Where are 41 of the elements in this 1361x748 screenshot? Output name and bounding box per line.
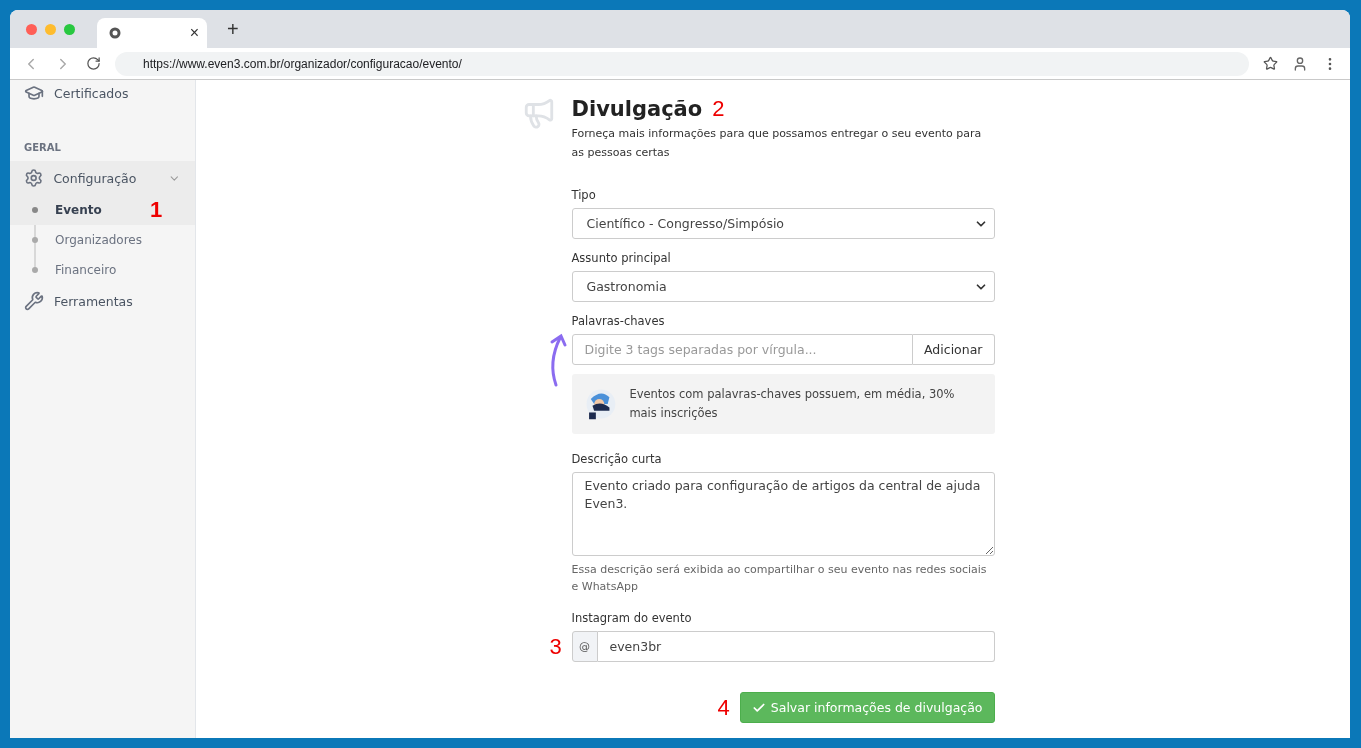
annotation-number: 1 xyxy=(150,197,163,223)
sidebar-subitem[interactable]: Evento 1 xyxy=(10,195,195,225)
browser-tab[interactable]: × xyxy=(97,18,207,48)
field-label: Instagram do evento xyxy=(571,611,693,625)
graduation-cap-icon xyxy=(24,83,44,103)
window-close-light[interactable] xyxy=(26,23,37,35)
gear-icon xyxy=(24,168,44,188)
browser-logo-icon xyxy=(109,27,121,39)
add-button[interactable]: Adicionar xyxy=(913,334,995,365)
sidebar-subitem[interactable]: Organizadores xyxy=(10,225,195,255)
address-bar[interactable]: https://www.even3.com.br/organizador/configuracao/evento/ xyxy=(115,51,1249,76)
select-field[interactable]: Gastronomia xyxy=(571,271,995,302)
new-tab-button[interactable]: + xyxy=(221,16,245,42)
field-label: Assunto principal xyxy=(571,251,672,265)
page-title: Divulgação xyxy=(571,97,703,121)
field-label: Tipo xyxy=(571,188,597,202)
window-maximize-light[interactable] xyxy=(64,23,75,35)
tools-icon xyxy=(24,291,44,311)
instagram-input[interactable]: even3br xyxy=(597,631,995,662)
sidebar-item[interactable]: Ferramentas xyxy=(10,285,195,317)
description-textarea[interactable]: Evento criado para configuração de artigos da central de ajuda Even3. xyxy=(571,472,995,556)
tab-close-button[interactable]: × xyxy=(189,24,199,42)
tip-text: Eventos com palavras-chaves possuem, em média, 30% mais inscrições xyxy=(629,386,956,422)
bookmark-star-icon[interactable] xyxy=(1263,56,1278,71)
reload-icon[interactable] xyxy=(86,56,101,71)
window-minimize-light[interactable] xyxy=(45,23,56,35)
annotation-number: 4 xyxy=(717,694,730,721)
select-field[interactable]: Científico - Congresso/Simpósio xyxy=(571,208,995,239)
sidebar-item[interactable]: Configuração xyxy=(10,161,195,195)
tags-input[interactable]: Digite 3 tags separadas por vírgula... xyxy=(571,334,914,365)
section-heading: GERAL xyxy=(23,141,62,155)
annotation-number: 2 xyxy=(712,96,725,122)
sidebar-item[interactable]: Certificados xyxy=(10,80,195,106)
help-text: Essa descrição será exibida ao compartilhar o seu evento nas redes sociais e WhatsApp xyxy=(571,562,988,595)
annotation-number: 3 xyxy=(549,634,562,660)
field-label: Palavras-chaves xyxy=(571,314,666,328)
at-prefix: @ xyxy=(571,631,598,662)
page-subtitle: Forneça mais informações para que possamos entregar o seu evento para as pessoas certas xyxy=(571,126,983,161)
field-label: Descrição curta xyxy=(571,452,663,466)
sidebar-subitem[interactable]: Financeiro xyxy=(10,255,195,285)
profile-icon[interactable] xyxy=(1292,55,1308,72)
